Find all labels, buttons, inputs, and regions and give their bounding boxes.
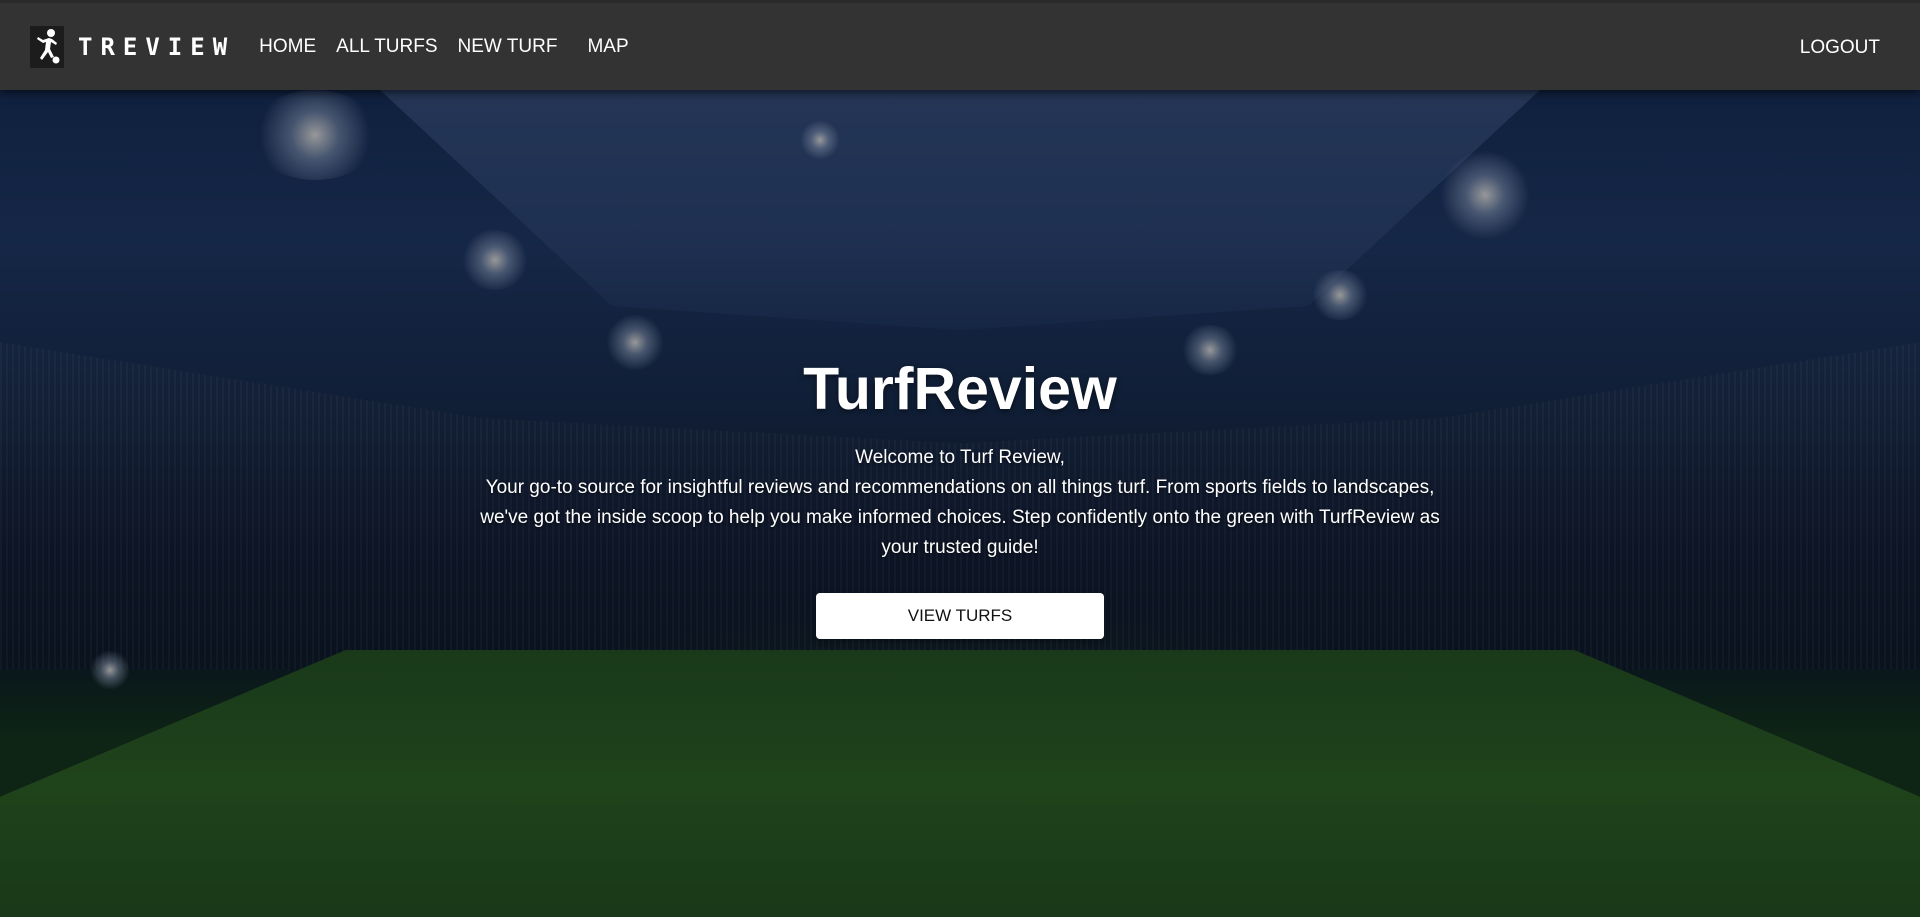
nav-link-all-turfs[interactable]: ALL TURFS	[336, 36, 437, 58]
nav-link-new-turf[interactable]: NEW TURF	[458, 36, 558, 58]
navbar: TREVIEW HOME ALL TURFS NEW TURF MAP LOGO…	[0, 0, 1920, 90]
hero-description: Your go-to source for insightful reviews…	[480, 477, 1440, 558]
view-turfs-button[interactable]: VIEW TURFS	[816, 593, 1104, 639]
hero-content: TurfReview Welcome to Turf Review, Your …	[480, 355, 1440, 639]
nav-link-map[interactable]: MAP	[587, 36, 628, 58]
nav-link-home[interactable]: HOME	[259, 36, 316, 58]
brand[interactable]: TREVIEW	[30, 2, 235, 92]
soccer-player-icon	[30, 25, 64, 68]
hero-welcome: Welcome to Turf Review,	[855, 447, 1065, 468]
logout-link[interactable]: LOGOUT	[1800, 37, 1880, 59]
hero-title: TurfReview	[803, 356, 1117, 422]
brand-name: TREVIEW	[78, 32, 236, 61]
nav-links: HOME ALL TURFS NEW TURF MAP	[259, 36, 648, 58]
hero-section: TurfReview Welcome to Turf Review, Your …	[0, 90, 1920, 917]
